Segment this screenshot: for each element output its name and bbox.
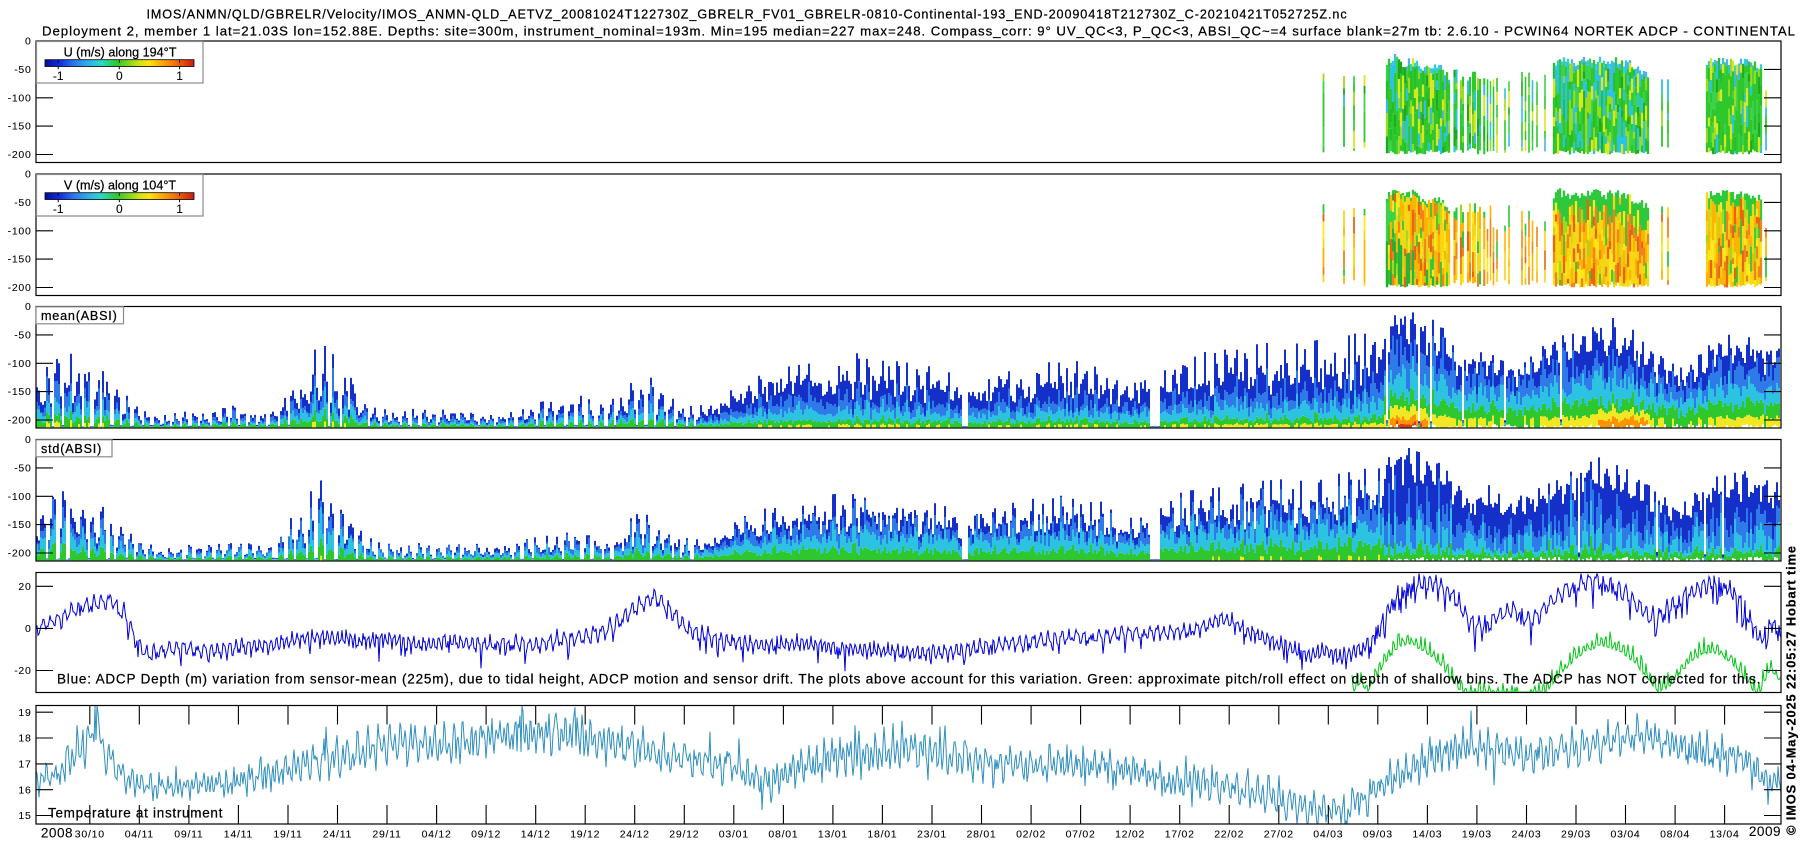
- svg-text:-100: -100: [8, 491, 32, 503]
- svg-text:24/03: 24/03: [1512, 829, 1542, 841]
- svg-text:-200: -200: [8, 149, 32, 161]
- svg-text:Temperature at instrument: Temperature at instrument: [48, 806, 223, 821]
- svg-text:12/02: 12/02: [1115, 829, 1145, 841]
- svg-text:-150: -150: [8, 121, 32, 133]
- svg-text:16: 16: [18, 784, 31, 796]
- svg-text:2008: 2008: [41, 826, 73, 841]
- svg-text:-150: -150: [8, 519, 32, 531]
- svg-text:-100: -100: [8, 225, 32, 237]
- svg-text:18: 18: [18, 733, 31, 745]
- svg-text:18/01: 18/01: [867, 829, 897, 841]
- svg-text:15: 15: [18, 810, 31, 822]
- svg-text:17: 17: [18, 759, 31, 771]
- svg-text:0: 0: [25, 36, 32, 48]
- svg-text:09/12: 09/12: [471, 829, 501, 841]
- svg-text:-50: -50: [14, 197, 31, 209]
- svg-text:09/03: 09/03: [1363, 829, 1393, 841]
- svg-text:04/12: 04/12: [422, 829, 452, 841]
- svg-text:19: 19: [18, 707, 31, 719]
- svg-text:0: 0: [116, 69, 123, 83]
- svg-text:Deployment 2, member 1 lat=21.: Deployment 2, member 1 lat=21.03S lon=15…: [42, 24, 1796, 39]
- svg-text:03/01: 03/01: [719, 829, 749, 841]
- svg-text:© IMOS 04-May-2025 22:05:27 Ho: © IMOS 04-May-2025 22:05:27 Hobart time: [1784, 545, 1799, 835]
- svg-text:09/11: 09/11: [174, 829, 203, 841]
- svg-text:14/03: 14/03: [1412, 829, 1442, 841]
- svg-text:std(ABSI): std(ABSI): [41, 442, 102, 456]
- svg-text:04/03: 04/03: [1313, 829, 1343, 841]
- svg-text:-100: -100: [8, 92, 32, 104]
- svg-text:-200: -200: [8, 548, 32, 560]
- svg-text:08/01: 08/01: [768, 829, 798, 841]
- svg-text:03/04: 03/04: [1611, 829, 1641, 841]
- svg-text:1: 1: [176, 202, 183, 216]
- svg-text:08/04: 08/04: [1660, 829, 1690, 841]
- svg-text:19/03: 19/03: [1462, 829, 1492, 841]
- svg-text:24/11: 24/11: [323, 829, 352, 841]
- svg-text:27/02: 27/02: [1264, 829, 1294, 841]
- svg-text:0: 0: [116, 202, 123, 216]
- svg-text:0: 0: [25, 301, 32, 313]
- svg-text:U (m/s) along 194°T: U (m/s) along 194°T: [64, 46, 177, 60]
- svg-text:-50: -50: [14, 330, 31, 342]
- svg-text:22/02: 22/02: [1214, 829, 1244, 841]
- svg-text:0: 0: [25, 623, 32, 635]
- svg-text:-1: -1: [53, 202, 64, 216]
- svg-text:IMOS/ANMN/QLD/GBRELR/Velocity/: IMOS/ANMN/QLD/GBRELR/Velocity/IMOS_ANMN-…: [146, 8, 1347, 22]
- svg-text:24/12: 24/12: [620, 829, 650, 841]
- svg-text:30/10: 30/10: [75, 829, 105, 841]
- svg-text:-200: -200: [8, 282, 32, 294]
- svg-text:2009: 2009: [1749, 824, 1781, 839]
- svg-text:02/02: 02/02: [1016, 829, 1046, 841]
- svg-text:Blue: ADCP Depth (m) variation: Blue: ADCP Depth (m) variation from sens…: [57, 672, 1761, 687]
- svg-text:0: 0: [25, 434, 32, 446]
- svg-text:20: 20: [18, 581, 31, 593]
- svg-text:07/02: 07/02: [1066, 829, 1096, 841]
- svg-text:-1: -1: [53, 69, 64, 83]
- svg-text:-20: -20: [14, 665, 31, 677]
- svg-text:-150: -150: [8, 386, 32, 398]
- svg-text:23/01: 23/01: [917, 829, 947, 841]
- svg-text:13/01: 13/01: [818, 829, 848, 841]
- svg-text:0: 0: [25, 169, 32, 181]
- svg-text:-200: -200: [8, 415, 32, 427]
- svg-text:29/03: 29/03: [1561, 829, 1591, 841]
- svg-text:14/11: 14/11: [224, 829, 253, 841]
- svg-text:04/11: 04/11: [125, 829, 154, 841]
- svg-text:mean(ABSI): mean(ABSI): [41, 309, 118, 323]
- svg-text:28/01: 28/01: [967, 829, 997, 841]
- svg-text:-100: -100: [8, 358, 32, 370]
- svg-text:13/04: 13/04: [1710, 829, 1740, 841]
- svg-text:19/11: 19/11: [273, 829, 302, 841]
- svg-text:-150: -150: [8, 254, 32, 266]
- svg-text:29/11: 29/11: [372, 829, 401, 841]
- svg-text:-50: -50: [14, 463, 31, 475]
- svg-text:V (m/s) along 104°T: V (m/s) along 104°T: [64, 179, 176, 193]
- svg-text:29/12: 29/12: [669, 829, 699, 841]
- svg-text:1: 1: [176, 69, 183, 83]
- svg-text:-50: -50: [14, 64, 31, 76]
- svg-text:19/12: 19/12: [570, 829, 600, 841]
- svg-text:17/02: 17/02: [1165, 829, 1195, 841]
- svg-text:14/12: 14/12: [521, 829, 551, 841]
